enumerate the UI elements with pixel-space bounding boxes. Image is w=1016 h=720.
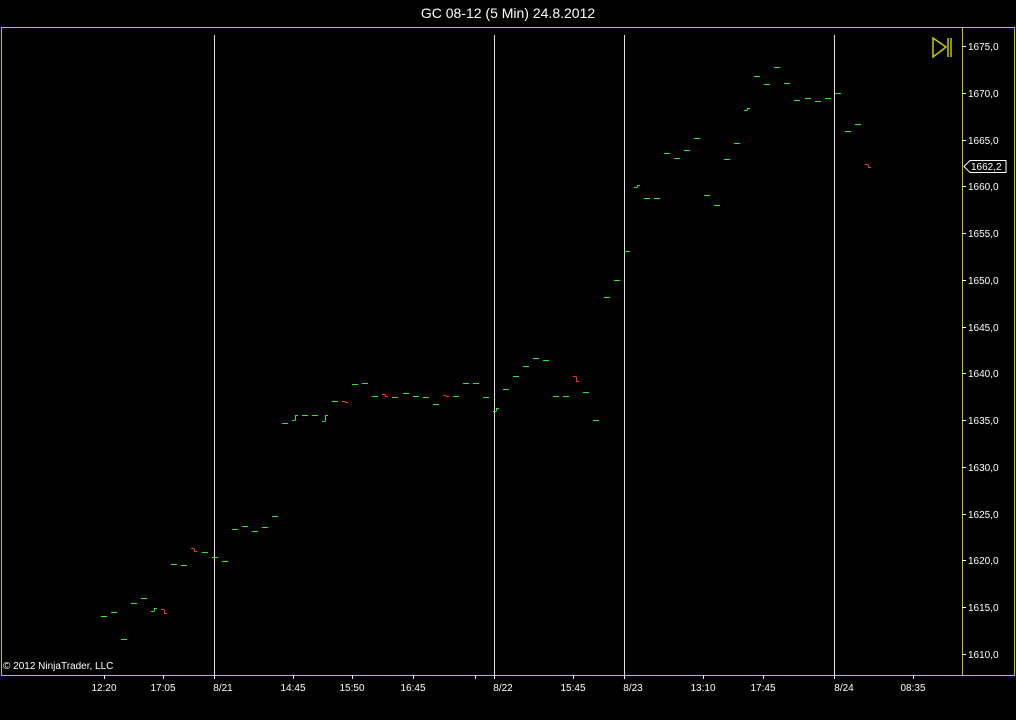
last-price-label: 1662,2 <box>971 162 1002 173</box>
x-tick-label: 8/24 <box>834 683 854 694</box>
price-bar <box>744 108 750 111</box>
price-bar <box>191 548 197 552</box>
y-tick-label: 1625,0 <box>968 510 999 521</box>
price-bar <box>151 608 157 612</box>
y-tick-label: 1615,0 <box>968 603 999 614</box>
x-tick-label: 14:45 <box>280 683 305 694</box>
y-tick-label: 1650,0 <box>968 276 999 287</box>
y-tick-label: 1655,0 <box>968 229 999 240</box>
y-tick-label: 1630,0 <box>968 463 999 474</box>
y-tick-label: 1675,0 <box>968 42 999 53</box>
price-bar <box>382 394 388 397</box>
x-tick-label: 12:20 <box>91 683 116 694</box>
x-tick-label: 8/21 <box>213 683 233 694</box>
price-chart[interactable]: 1675,0 1670,0 1665,0 1660,0 1655,0 1650,0 1645… <box>0 0 1016 720</box>
price-bar <box>322 415 328 422</box>
copyright-notice: © 2012 NinjaTrader, LLC <box>3 661 114 672</box>
x-tick-label: 8/23 <box>623 683 643 694</box>
y-axis-panel <box>962 27 1015 676</box>
price-bar <box>573 376 579 382</box>
price-bar <box>443 395 449 397</box>
x-tick-label: 17:05 <box>150 683 175 694</box>
x-tick-label: 16:45 <box>400 683 425 694</box>
x-tick-label: 15:50 <box>339 683 364 694</box>
x-tick-label: 08:35 <box>900 683 925 694</box>
price-bar <box>292 415 298 421</box>
y-tick-label: 1665,0 <box>968 136 999 147</box>
y-tick-label: 1640,0 <box>968 369 999 380</box>
y-tick-label: 1610,0 <box>968 650 999 661</box>
x-tick-label: 8/22 <box>493 683 513 694</box>
plot-frame <box>1 27 963 676</box>
y-tick-label: 1620,0 <box>968 556 999 567</box>
price-bar <box>634 185 640 188</box>
y-tick-label: 1660,0 <box>968 182 999 193</box>
y-tick-label: 1635,0 <box>968 416 999 427</box>
x-tick-label: 15:45 <box>560 683 585 694</box>
price-bar <box>161 609 167 614</box>
x-tick-label: 17:45 <box>750 683 775 694</box>
price-bar <box>342 401 348 403</box>
price-bar <box>493 408 499 412</box>
y-tick-label: 1670,0 <box>968 89 999 100</box>
x-tick-label: 13:10 <box>690 683 715 694</box>
skip-to-end-icon[interactable] <box>932 36 952 59</box>
y-tick-label: 1645,0 <box>968 323 999 334</box>
price-bar <box>865 164 871 168</box>
